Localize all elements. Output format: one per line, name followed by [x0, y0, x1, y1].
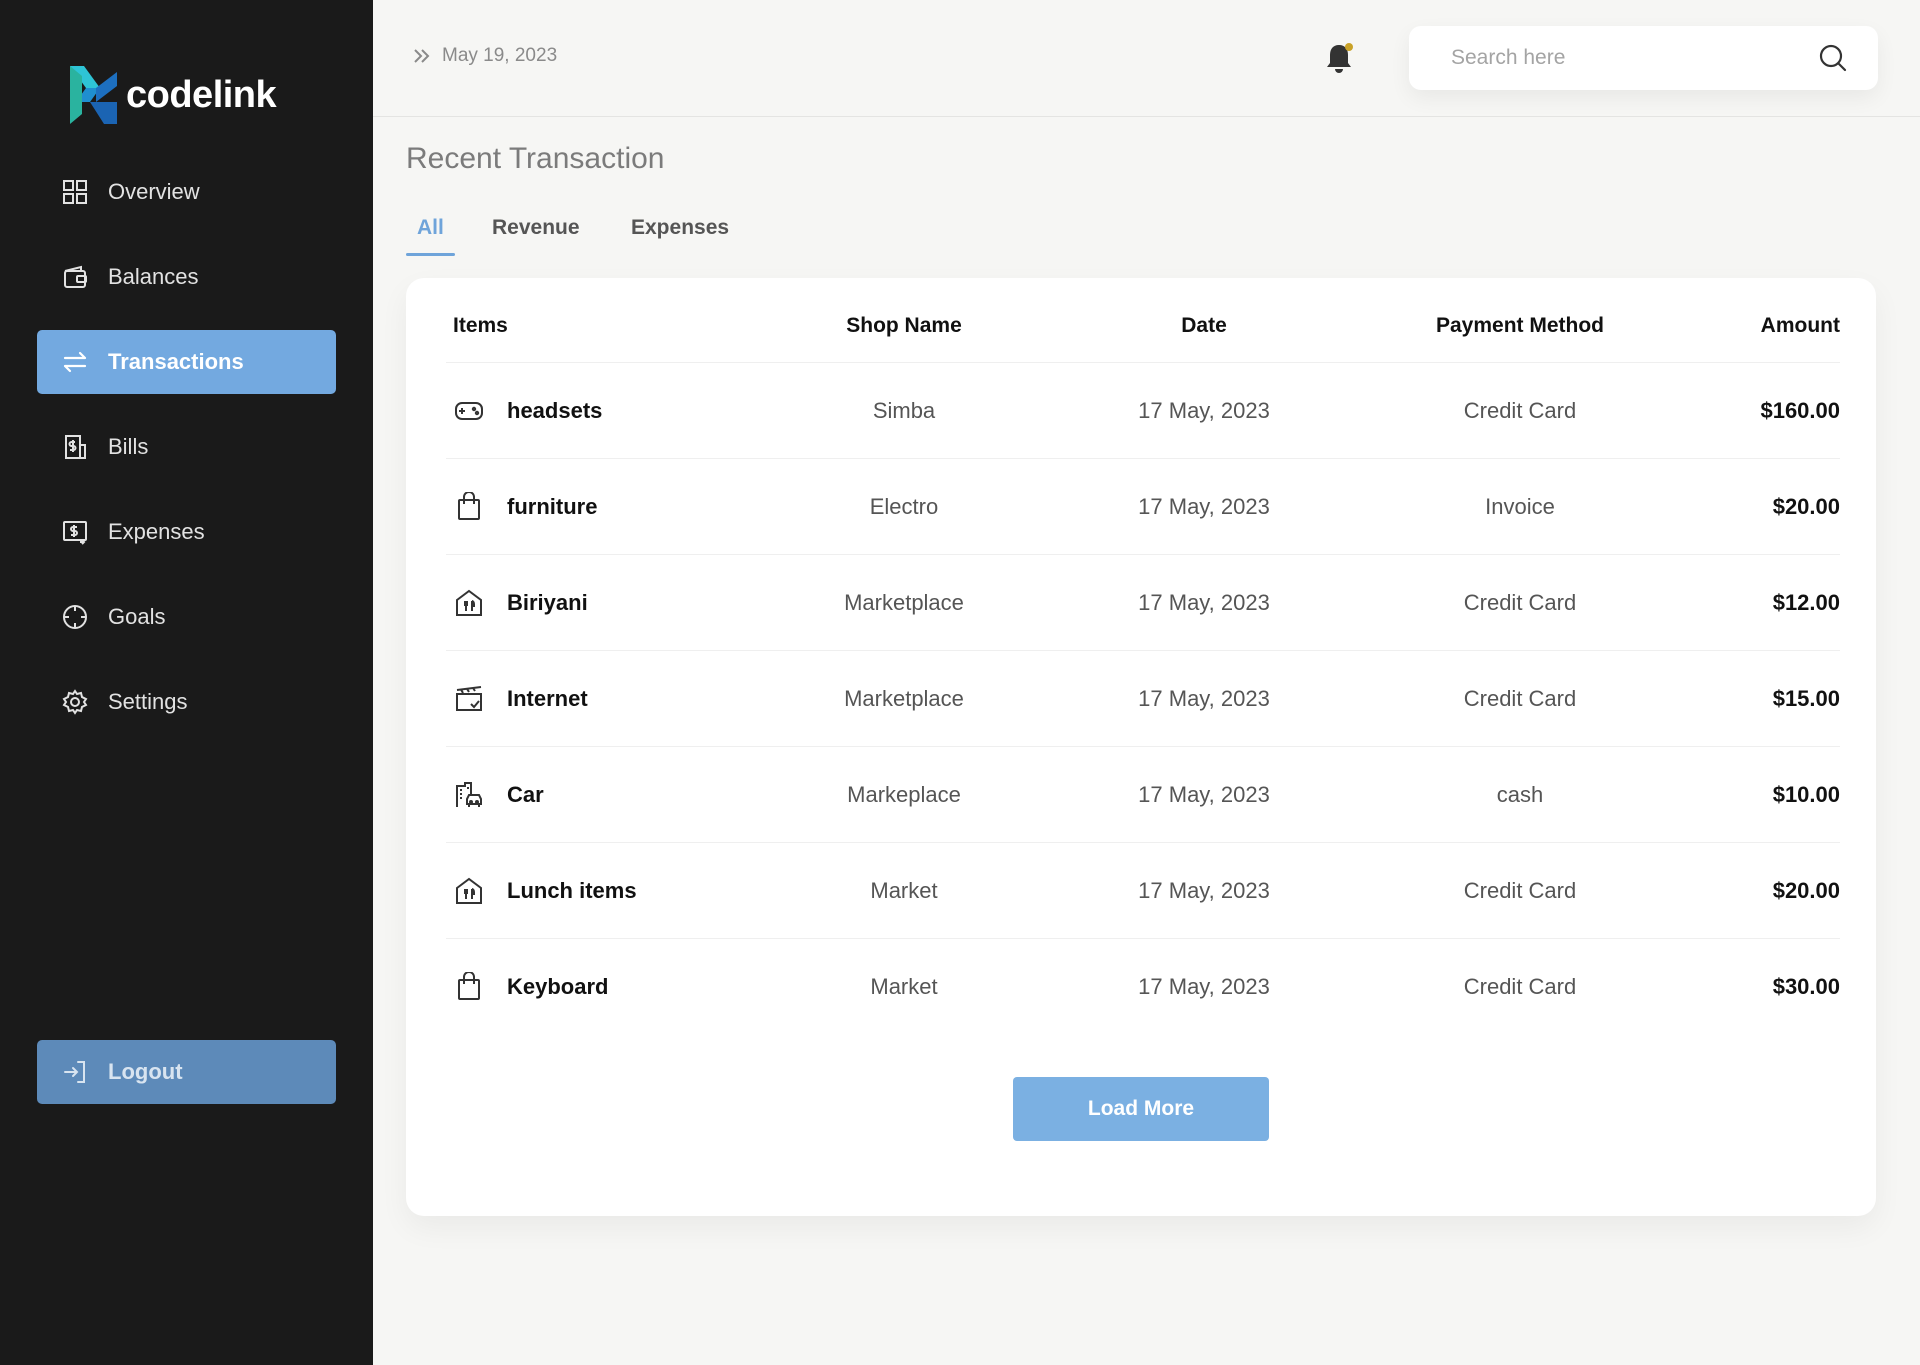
grid-icon [60, 177, 90, 207]
restaurant-icon [453, 875, 485, 907]
column-header-shop-name: Shop Name [846, 314, 962, 337]
payment-method: Credit Card [1463, 974, 1577, 999]
codelink-logo-icon [70, 66, 117, 124]
amount: $30.00 [1772, 974, 1840, 999]
table-row[interactable]: Lunch items Market 17 May, 2023 Credit C… [446, 842, 1840, 938]
wallet-icon [60, 262, 90, 292]
double-chevron-right-icon[interactable] [410, 44, 434, 68]
shop-name: Market [870, 974, 938, 999]
item-name: Lunch items [507, 878, 637, 903]
logout-button[interactable]: Logout [37, 1040, 336, 1104]
payment-method: Credit Card [1463, 590, 1577, 615]
sidebar-item-label: Balances [108, 264, 199, 289]
search-input[interactable] [1409, 26, 1809, 90]
transaction-date: 17 May, 2023 [1138, 494, 1270, 519]
shop-name: Market [870, 878, 938, 903]
sidebar-item-label: Goals [108, 604, 166, 629]
sidebar-item-transactions[interactable]: Transactions [37, 330, 336, 394]
shop-name: Electro [869, 494, 939, 519]
load-more-button[interactable]: Load More [1013, 1077, 1269, 1141]
column-header-amount: Amount [1760, 314, 1840, 337]
payment-method: Credit Card [1463, 398, 1577, 423]
search-box [1409, 26, 1878, 90]
gear-icon [60, 687, 90, 717]
tab-all[interactable]: All [417, 216, 444, 240]
building-car-icon [453, 779, 485, 811]
page-title: Recent Transaction [406, 142, 665, 175]
notification-bell-icon[interactable] [1322, 40, 1356, 76]
sidebar-item-label: Settings [108, 689, 188, 714]
logout-label: Logout [108, 1059, 183, 1084]
payment-method: cash [1496, 782, 1544, 807]
transaction-date: 17 May, 2023 [1138, 590, 1270, 615]
amount: $20.00 [1772, 878, 1840, 903]
gamepad-icon [453, 395, 485, 427]
sidebar-item-settings[interactable]: Settings [37, 670, 336, 734]
amount: $20.00 [1772, 494, 1840, 519]
date-breadcrumb: May 19, 2023 [410, 44, 557, 68]
item-name: headsets [507, 398, 603, 423]
shopping-bag-icon [453, 971, 485, 1003]
sidebar-item-expenses[interactable]: Expenses [37, 500, 336, 564]
table-row[interactable]: Biriyani Marketplace 17 May, 2023 Credit… [446, 554, 1840, 650]
table-row[interactable]: Car Markeplace 17 May, 2023 cash $10.00 [446, 746, 1840, 842]
item-name: furniture [507, 494, 598, 519]
payment-method: Invoice [1485, 494, 1555, 519]
table-row[interactable]: furniture Electro 17 May, 2023 Invoice $… [446, 458, 1840, 554]
transaction-date: 17 May, 2023 [1138, 398, 1270, 423]
sidebar-item-balances[interactable]: Balances [37, 245, 336, 309]
active-tab-indicator [406, 253, 455, 256]
sidebar-item-goals[interactable]: Goals [37, 585, 336, 649]
shopping-bag-icon [453, 491, 485, 523]
sidebar-item-overview[interactable]: Overview [37, 160, 336, 224]
amount: $12.00 [1772, 590, 1840, 615]
column-header-date: Date [1181, 314, 1227, 337]
transaction-date: 17 May, 2023 [1138, 782, 1270, 807]
amount: $10.00 [1772, 782, 1840, 807]
search-icon[interactable] [1818, 43, 1848, 73]
restaurant-icon [453, 587, 485, 619]
table-row[interactable]: Internet Marketplace 17 May, 2023 Credit… [446, 650, 1840, 746]
tab-revenue[interactable]: Revenue [492, 216, 580, 240]
shop-name: Markeplace [847, 782, 961, 807]
sidebar-item-label: Bills [108, 434, 149, 459]
table-row[interactable]: Keyboard Market 17 May, 2023 Credit Card… [446, 938, 1840, 1034]
brand-logo[interactable]: codelink [70, 66, 277, 124]
sidebar-item-label: Overview [108, 179, 200, 204]
transfer-icon [60, 347, 90, 377]
column-header-payment-method: Payment Method [1435, 314, 1605, 337]
amount: $15.00 [1772, 686, 1840, 711]
sidebar: codelink Overview Balances Transactions … [0, 0, 373, 1365]
logout-icon [60, 1057, 90, 1087]
top-bar: May 19, 2023 [373, 0, 1920, 117]
sidebar-item-bills[interactable]: Bills [37, 415, 336, 479]
sidebar-item-label: Transactions [108, 349, 244, 374]
column-header-items: Items [453, 314, 508, 337]
payment-method: Credit Card [1463, 878, 1577, 903]
shop-name: Simba [872, 398, 936, 423]
transaction-date: 17 May, 2023 [1138, 878, 1270, 903]
shop-name: Marketplace [844, 686, 964, 711]
item-name: Keyboard [507, 974, 609, 999]
shop-name: Marketplace [844, 590, 964, 615]
transaction-date: 17 May, 2023 [1138, 974, 1270, 999]
tab-expenses[interactable]: Expenses [631, 216, 729, 240]
item-name: Car [507, 782, 544, 807]
brand-name: codelink [126, 73, 277, 116]
item-name: Internet [507, 686, 588, 711]
target-icon [60, 602, 90, 632]
item-name: Biriyani [507, 590, 588, 615]
bill-icon [60, 432, 90, 462]
current-date: May 19, 2023 [442, 45, 558, 66]
clapperboard-icon [453, 683, 485, 715]
transaction-date: 17 May, 2023 [1138, 686, 1270, 711]
table-row[interactable]: headsets Simba 17 May, 2023 Credit Card … [446, 362, 1840, 458]
payment-method: Credit Card [1463, 686, 1577, 711]
amount: $160.00 [1760, 398, 1840, 423]
expense-icon [60, 517, 90, 547]
sidebar-item-label: Expenses [108, 519, 205, 544]
